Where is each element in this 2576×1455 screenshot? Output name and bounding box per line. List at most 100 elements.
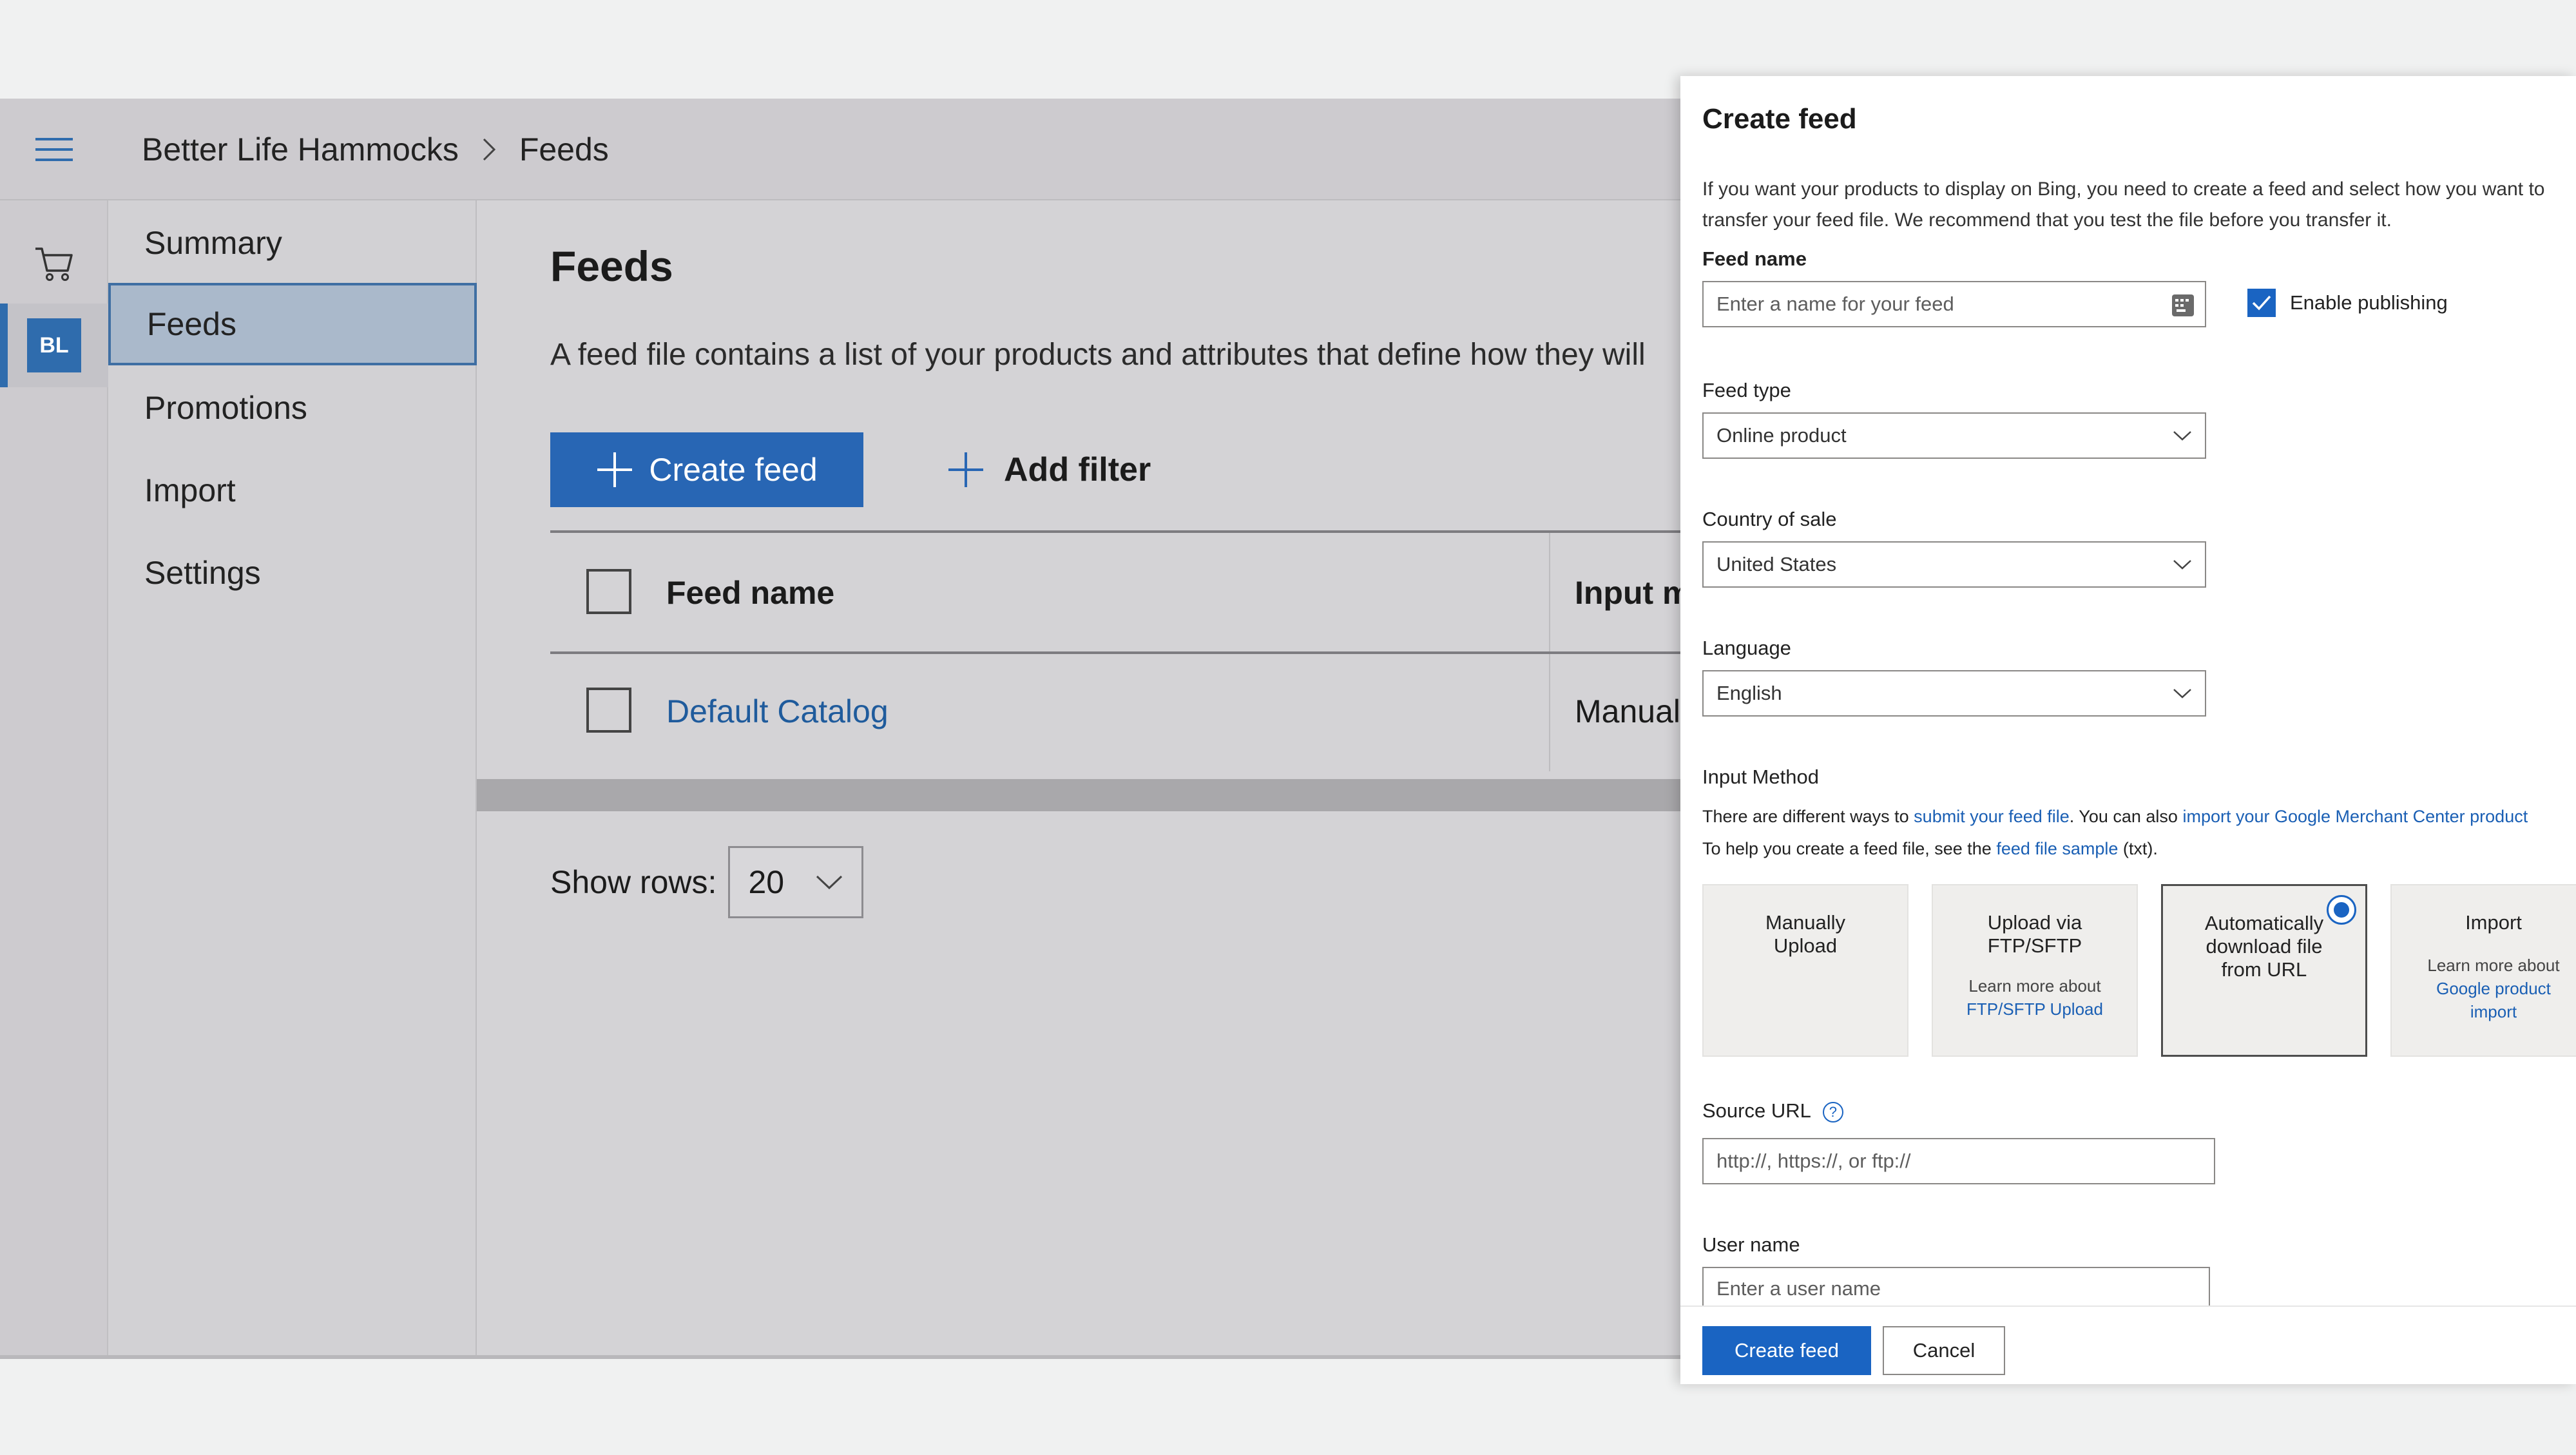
option-title-line: download file — [2206, 935, 2323, 958]
country-value: United States — [1716, 553, 1837, 575]
horizontal-scrollbar[interactable] — [477, 779, 1688, 811]
column-header-input-method[interactable]: Input m — [1575, 574, 1691, 612]
chevron-down-icon — [2173, 560, 2191, 570]
enable-publishing[interactable]: Enable publishing — [2247, 289, 2448, 317]
column-header-feed-name[interactable]: Feed name — [666, 574, 834, 612]
source-url-input[interactable]: http://, https://, or ftp:// — [1702, 1138, 2215, 1184]
help-text: There are different ways to — [1702, 807, 1914, 826]
account-badge: BL — [27, 318, 81, 372]
import-google-link[interactable]: import your Google Merchant Center produ… — [2182, 807, 2528, 826]
google-import-link[interactable]: import — [2392, 1000, 2576, 1023]
option-title-line: Import — [2465, 911, 2522, 934]
sidebar-item-summary[interactable]: Summary — [108, 202, 477, 284]
select-all-checkbox[interactable] — [586, 569, 631, 614]
submit-feed-link[interactable]: submit your feed file — [1914, 807, 2070, 826]
hamburger-menu-button[interactable] — [0, 99, 108, 200]
page-description: A feed file contains a list of your prod… — [550, 338, 1646, 372]
selected-radio[interactable] — [2327, 895, 2356, 925]
option-manual-upload[interactable]: Manually Upload — [1702, 884, 1908, 1057]
option-note-text: Learn more about — [1968, 976, 2101, 996]
show-rows-select[interactable]: 20 — [728, 846, 864, 918]
option-import[interactable]: Import Learn more about Google product i… — [2390, 884, 2576, 1057]
create-feed-button[interactable]: Create feed — [550, 432, 863, 507]
option-auto-download[interactable]: Automatically download file from URL — [2161, 884, 2367, 1057]
chevron-down-icon — [816, 875, 843, 890]
country-label: Country of sale — [1702, 508, 1837, 530]
plus-icon — [597, 452, 633, 487]
rail-item-account[interactable]: BL — [0, 304, 108, 387]
feed-type-select[interactable]: Online product — [1702, 412, 2206, 459]
app-window: Better Life Hammocks Feeds BL Summary Fe… — [0, 99, 1713, 1355]
option-note: Learn more about Google product import — [2392, 954, 2576, 1023]
sidebar-item-import[interactable]: Import — [108, 449, 477, 532]
enable-publishing-label: Enable publishing — [2290, 291, 2448, 314]
show-rows: Show rows: 20 — [550, 846, 864, 918]
create-feed-panel: Create feed If you want your products to… — [1680, 76, 2576, 1384]
help-icon[interactable]: ? — [1822, 1101, 1843, 1123]
option-ftp-upload[interactable]: Upload via FTP/SFTP Learn more about FTP… — [1932, 884, 2138, 1057]
chevron-down-icon — [2173, 689, 2191, 699]
help-text: To help you create a feed file, see the — [1702, 839, 1997, 858]
add-filter-label: Add filter — [1004, 451, 1151, 488]
panel-description: If you want your products to display on … — [1702, 178, 2545, 231]
language-select[interactable]: English — [1702, 670, 2206, 717]
option-title-line: Upload — [1773, 934, 1838, 957]
chevron-right-icon — [481, 137, 497, 162]
option-title-line: from URL — [2221, 958, 2307, 981]
table-header: Feed name Input m — [550, 530, 1691, 654]
show-rows-label: Show rows: — [550, 864, 717, 900]
breadcrumb: Better Life Hammocks Feeds — [142, 99, 609, 200]
ftp-learn-more-link[interactable]: FTP/SFTP Upload — [1933, 997, 2137, 1021]
hamburger-icon — [35, 138, 73, 161]
main-content: Feeds A feed file contains a list of you… — [477, 200, 1713, 1355]
sidebar-item-feeds[interactable]: Feeds — [108, 283, 477, 365]
create-feed-submit-button[interactable]: Create feed — [1702, 1326, 1871, 1375]
input-method-label: Input Method — [1702, 766, 1819, 788]
feeds-table: Feed name Input m Default Catalog Manual… — [550, 530, 1713, 771]
panel-title: Create feed — [1702, 103, 1857, 135]
add-filter-button[interactable]: Add filter — [947, 432, 1151, 507]
column-divider — [1549, 533, 1550, 651]
column-divider — [1549, 654, 1550, 771]
input-method-help-2: To help you create a feed file, see the … — [1702, 839, 2158, 859]
language-value: English — [1716, 682, 1782, 704]
language-label: Language — [1702, 637, 1791, 659]
feed-name-label: Feed name — [1702, 247, 1807, 270]
option-title-line: Upload via — [1987, 911, 2082, 934]
rail-item-cart[interactable] — [0, 222, 108, 306]
page-title: Feeds — [550, 242, 673, 290]
cancel-button[interactable]: Cancel — [1883, 1326, 2005, 1375]
shopping-cart-icon — [35, 247, 73, 281]
help-text: . You can also — [2069, 807, 2183, 826]
chevron-down-icon — [2173, 431, 2191, 441]
sidebar-item-settings[interactable]: Settings — [108, 532, 477, 614]
enable-publishing-checkbox[interactable] — [2247, 289, 2276, 317]
option-title-line: Manually — [1765, 911, 1846, 934]
table-row: Default Catalog Manual U — [550, 654, 1713, 771]
option-title: Import — [2392, 911, 2576, 934]
keyboard-icon — [2172, 294, 2194, 316]
user-name-placeholder: Enter a user name — [1716, 1277, 1881, 1300]
option-title-line: FTP/SFTP — [1987, 934, 2082, 957]
country-select[interactable]: United States — [1702, 541, 2206, 588]
user-name-label: User name — [1702, 1233, 1800, 1256]
input-method-help-1: There are different ways to submit your … — [1702, 807, 2528, 827]
feed-name-placeholder: Enter a name for your feed — [1716, 293, 1954, 315]
google-import-link[interactable]: Google product — [2392, 977, 2576, 1000]
sidebar-item-promotions[interactable]: Promotions — [108, 367, 477, 449]
option-note: Learn more about FTP/SFTP Upload — [1933, 974, 2137, 1021]
breadcrumb-account[interactable]: Better Life Hammocks — [142, 131, 459, 168]
source-url-label: Source URL? — [1702, 1099, 1843, 1123]
help-text: (txt). — [2118, 839, 2158, 858]
feed-name-input[interactable]: Enter a name for your feed — [1702, 281, 2206, 327]
source-url-placeholder: http://, https://, or ftp:// — [1716, 1150, 1911, 1172]
app-bottom-edge — [0, 1355, 1688, 1359]
source-url-label-text: Source URL — [1702, 1099, 1811, 1122]
option-title: Manually Upload — [1704, 911, 1907, 958]
top-bar: Better Life Hammocks Feeds — [0, 99, 1688, 200]
feed-sample-link[interactable]: feed file sample — [1996, 839, 2118, 858]
feed-name-link[interactable]: Default Catalog — [666, 693, 889, 730]
feed-type-value: Online product — [1716, 424, 1847, 447]
row-checkbox[interactable] — [586, 688, 631, 733]
checkmark-icon — [2252, 295, 2271, 311]
